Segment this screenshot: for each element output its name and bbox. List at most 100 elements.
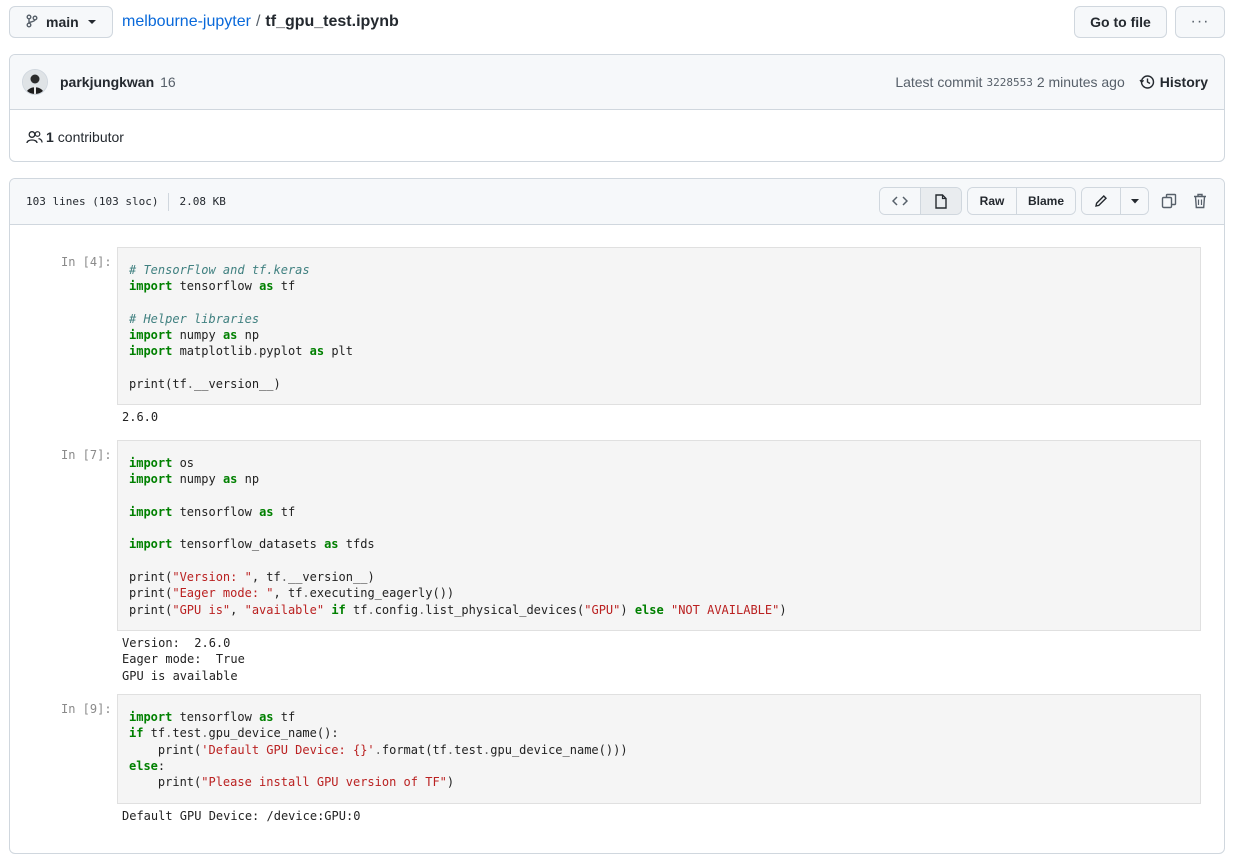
rendered-view-button[interactable]: [920, 188, 961, 214]
branch-select-button[interactable]: main: [9, 6, 113, 38]
code-token: tensorflow: [172, 279, 260, 294]
raw-button[interactable]: Raw: [968, 188, 1016, 214]
code-token: tfds: [338, 537, 375, 552]
trash-icon: [1194, 193, 1206, 209]
code-token: list_physical_devices(: [425, 602, 585, 617]
code-line: # Helper libraries: [129, 311, 1189, 327]
code-token: .: [302, 586, 310, 601]
copy-button[interactable]: [1157, 187, 1181, 215]
code-token: "Eager mode: ": [172, 586, 274, 601]
code-token: ): [446, 775, 455, 790]
code-line: print("Version: ", tf.__version__): [129, 569, 1189, 585]
commit-count: 16: [160, 74, 176, 90]
code-cell-input[interactable]: import tensorflow as tf if tf.test.gpu_de…: [117, 694, 1201, 804]
file-icon: [935, 193, 947, 209]
chevron-down-icon: [87, 20, 96, 24]
code-token: else: [129, 758, 158, 773]
code-token: import: [129, 710, 173, 724]
code-token: print(: [129, 775, 202, 790]
code-line: print(tf.__version__): [129, 376, 1189, 392]
commit-sha[interactable]: 3228553: [986, 76, 1032, 89]
code-token: tensorflow: [172, 710, 260, 724]
history-label: History: [1159, 74, 1208, 90]
code-token: __version__): [194, 377, 281, 392]
code-line: import os: [129, 455, 1189, 471]
code-token: import: [129, 279, 173, 294]
go-to-file-button[interactable]: Go to file: [1074, 6, 1167, 38]
code-token: "Please install GPU version of TF": [201, 775, 447, 790]
blame-button[interactable]: Blame: [1016, 188, 1075, 214]
code-line: import matplotlib.pyplot as plt: [129, 343, 1189, 359]
code-token: .: [251, 344, 260, 359]
code-token: test: [454, 742, 484, 757]
file-name: tf_gpu_test.ipynb: [265, 13, 399, 30]
contributors-label: contributor: [57, 129, 124, 145]
commit-author[interactable]: parkjungkwan: [60, 74, 154, 90]
code-token: config: [374, 602, 419, 617]
code-line: print("GPU is", "available" if tf.config…: [129, 602, 1189, 618]
file-viewer: 103 lines (103 sloc) 2.08 KB Raw Blame I…: [9, 178, 1225, 854]
contributors-row[interactable]: 1 contributor: [10, 110, 1224, 161]
code-line: # TensorFlow and tf.keras: [129, 262, 1189, 278]
code-token: np: [237, 472, 260, 487]
more-options-button[interactable]: ···: [1175, 6, 1225, 38]
code-token: , tf: [251, 570, 281, 585]
edit-group: [1081, 187, 1149, 215]
code-token: import: [129, 537, 173, 552]
code-token: ): [620, 602, 635, 617]
code-token: gpu_device_name())): [490, 742, 628, 757]
history-icon: [1139, 75, 1154, 89]
raw-blame-group: Raw Blame: [967, 187, 1076, 215]
code-token: "available": [244, 602, 325, 617]
code-token: ): [779, 602, 787, 617]
output-line: Eager mode: True: [122, 652, 245, 667]
code-token: numpy: [172, 328, 223, 343]
code-token: tensorflow: [172, 504, 260, 519]
code-token: .: [367, 602, 375, 617]
code-token: pyplot: [259, 344, 310, 359]
code-token: print(: [129, 570, 173, 585]
avatar[interactable]: [22, 69, 48, 95]
code-icon: [892, 196, 908, 206]
chevron-down-icon: [1130, 198, 1139, 203]
code-token: .: [374, 742, 382, 757]
code-token: 'Default GPU Device: {}': [201, 742, 375, 757]
commit-meta: Latest commit 3228553 2 minutes ago Hist…: [895, 55, 1208, 109]
code-line: import tensorflow as tf: [129, 278, 1189, 294]
code-token: "NOT AVAILABLE": [670, 602, 780, 617]
code-token: import: [129, 504, 173, 519]
view-mode-toggle: [879, 187, 962, 215]
code-token: else: [634, 602, 664, 617]
history-link[interactable]: History: [1139, 74, 1208, 90]
output-line: Default GPU Device: /device:GPU:0: [122, 809, 361, 823]
code-token: "Version: ": [172, 570, 252, 585]
edit-dropdown-button[interactable]: [1120, 188, 1148, 214]
code-token: # TensorFlow and tf.keras: [129, 263, 310, 277]
code-cell-input[interactable]: # TensorFlow and tf.keras import tensorfl…: [117, 247, 1201, 405]
code-token: format(tf: [381, 742, 447, 757]
repo-link[interactable]: melbourne-jupyter: [122, 13, 251, 31]
code-token: test: [172, 726, 202, 741]
output-line: Version: 2.6.0: [122, 636, 231, 650]
code-token: ,: [230, 602, 245, 617]
cell-output: Default GPU Device: /device:GPU:0: [122, 808, 360, 824]
cell-output: 2.6.0: [122, 409, 158, 425]
code-line: if tf.test.gpu_device_name():: [129, 725, 1189, 741]
delete-button[interactable]: [1188, 187, 1212, 215]
code-cell-input[interactable]: import os import numpy as np import tensor…: [117, 440, 1201, 631]
code-token: os: [172, 456, 195, 470]
cell-prompt: In [7]:: [61, 448, 112, 462]
code-line: else:: [129, 758, 1189, 774]
code-token: import: [129, 472, 173, 487]
code-token: tf: [273, 279, 296, 294]
source-view-button[interactable]: [880, 188, 920, 214]
latest-commit-label: Latest commit: [895, 74, 983, 90]
edit-button[interactable]: [1082, 188, 1120, 214]
code-token: as: [309, 344, 325, 359]
people-icon: [26, 131, 43, 144]
code-token: as: [259, 279, 274, 294]
header-divider: [168, 192, 170, 211]
